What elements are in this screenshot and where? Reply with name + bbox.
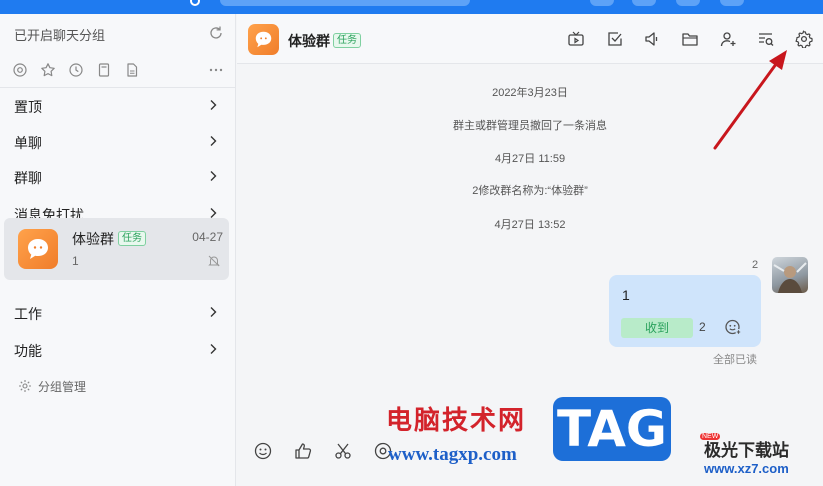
receive-count: 2 [699,320,706,334]
system-message: 4月27日 11:59 [494,153,566,165]
mute-bell-icon [208,255,220,267]
history-icon[interactable] [68,62,84,78]
sidebar-group-pinned[interactable]: 置顶 [0,91,236,121]
sender-name: 2 [752,259,759,271]
sidebar-group-work[interactable]: 工作 [0,298,236,328]
task-badge: 任务 [118,231,146,246]
group-manage-label: 分组管理 [38,380,87,394]
watermark-logo: TAG [553,397,671,461]
chevron-right-icon [210,171,217,181]
message-text: 1 [622,287,630,303]
task-check-icon[interactable] [606,30,624,48]
add-member-icon[interactable] [719,30,737,48]
scissors-icon[interactable] [333,441,353,461]
sidebar: 已开启聊天分组 置顶 单聊 群聊 消息免打扰 体验群 任务 04-27 1 工作… [0,14,236,486]
message-bubble[interactable]: 1 收到 2 [609,275,761,347]
file-icon[interactable] [124,62,140,78]
system-message: 2022年3月23日 [492,87,568,99]
conversation-item[interactable]: 体验群 任务 04-27 1 [4,218,229,280]
group-label: 群聊 [14,170,42,186]
chat-bubble-icon [28,239,48,259]
folder-icon[interactable] [681,30,699,48]
titlebar-button[interactable] [720,0,744,6]
watermark-url: www.tagxp.com [388,444,517,465]
group-label: 功能 [14,343,42,359]
watermark-text: 电脑技术网 [386,406,527,436]
settings-gear-icon[interactable] [795,30,813,48]
more-icon[interactable] [208,62,224,78]
system-message: 2修改群名称为:“体验群” [472,185,588,197]
chat-group-header: 已开启聊天分组 [14,28,106,43]
chat-title: 体验群 [288,33,330,49]
thumbs-up-icon[interactable] [293,441,313,461]
group-label: 单聊 [14,135,42,151]
avatar-photo [773,262,807,293]
chevron-right-icon [210,307,217,317]
chevron-right-icon [210,344,217,354]
conversation-preview: 1 [72,254,79,268]
sidebar-group-functions[interactable]: 功能 [0,335,236,365]
titlebar-button[interactable] [632,0,656,6]
emoji-icon[interactable] [253,441,273,461]
status-icon[interactable] [190,0,200,6]
chat-bubble-icon [255,31,272,48]
filter-icon-row [12,62,227,78]
group-label: 置顶 [14,99,42,115]
task-badge: 任务 [333,33,361,48]
user-avatar[interactable] [772,257,808,293]
chat-header: 体验群 任务 [237,14,823,64]
star-icon[interactable] [40,62,56,78]
divider [0,87,236,88]
group-label: 工作 [14,306,42,322]
system-message: 4月27日 13:52 [494,219,566,231]
gear-icon [19,380,31,392]
system-message: 群主或群管理员撤回了一条消息 [453,120,607,132]
search-history-icon[interactable] [757,30,775,48]
receive-button[interactable]: 收到 [621,318,693,338]
titlebar-button[interactable] [590,0,614,6]
conversation-name: 体验群 [72,231,114,247]
group-avatar [18,229,58,269]
at-icon[interactable] [12,62,28,78]
sidebar-group-groups[interactable]: 群聊 [0,162,236,192]
refresh-icon[interactable] [208,25,224,41]
search-bar[interactable] [220,0,470,6]
chat-panel: 体验群 任务 2022年3月23日 群主或群管理员撤回了一条消息 4月27日 1… [237,14,823,486]
window-topbar [0,0,823,14]
chat-avatar[interactable] [248,24,279,55]
sidebar-group-direct[interactable]: 单聊 [0,127,236,157]
conversation-date: 04-27 [192,230,223,244]
watermark-logo-text: TAG [557,400,667,458]
watermark-site: 极光下载站 [704,441,789,461]
add-reaction-icon[interactable] [723,317,743,337]
document-icon[interactable] [96,62,112,78]
chevron-right-icon [210,136,217,146]
titlebar-button[interactable] [676,0,700,6]
announcement-icon[interactable] [643,30,661,48]
read-status: 全部已读 [713,354,757,366]
watermark-site-url: www.xz7.com [704,461,789,476]
chevron-right-icon [210,100,217,110]
live-tv-icon[interactable] [567,30,585,48]
